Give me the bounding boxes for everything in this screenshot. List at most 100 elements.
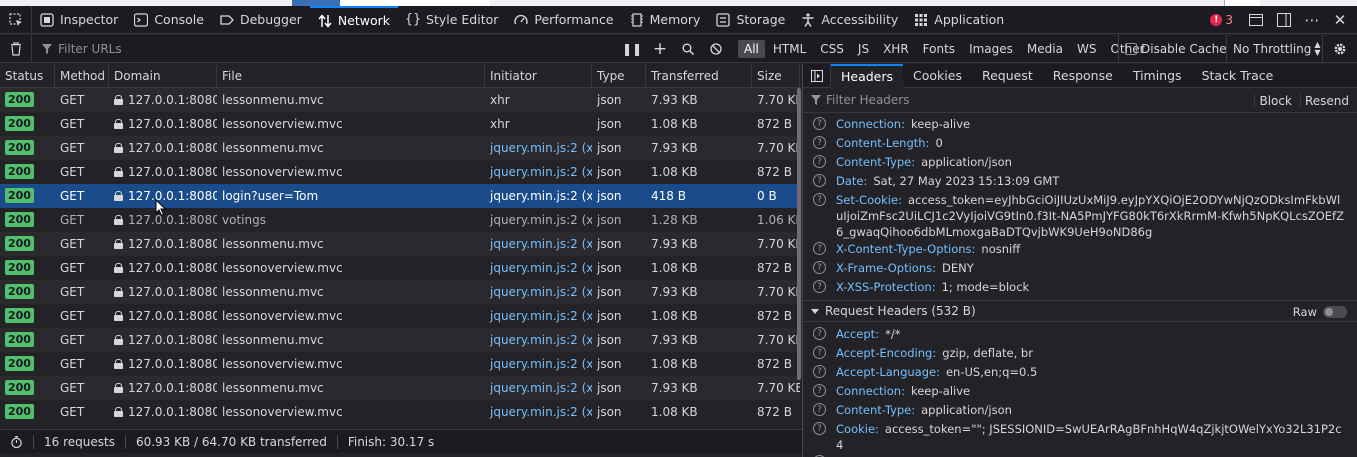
column-header-size[interactable]: Size <box>752 64 800 88</box>
initiator-cell[interactable]: jquery.min.js:2 (xhr) <box>485 256 592 280</box>
table-scrollbar[interactable] <box>797 88 801 380</box>
dock-side-icon[interactable] <box>1273 9 1295 31</box>
column-header-domain[interactable]: Domain <box>109 64 217 88</box>
type-filter-html[interactable]: HTML <box>767 40 812 58</box>
table-row[interactable]: 200 GET 127.0.0.1:8080 lessonoverview.mvc jq… <box>0 160 800 184</box>
header-line[interactable]: ? Date: Sat, 27 May 2023 15:13:09 GMT <box>803 172 1357 191</box>
disable-cache-checkbox[interactable] <box>1125 43 1137 55</box>
filter-urls-input[interactable] <box>58 41 558 56</box>
clear-requests-button[interactable] <box>0 34 32 63</box>
block-icon[interactable] <box>702 38 730 60</box>
type-filter-ws[interactable]: WS <box>1071 40 1102 58</box>
details-tab-timings[interactable]: Timings <box>1123 64 1192 88</box>
table-row[interactable]: 200 GET 127.0.0.1:8080 lessonoverview.mvc jq… <box>0 352 800 376</box>
tab-network[interactable]: Network <box>309 5 399 34</box>
help-icon[interactable]: ? <box>813 327 826 340</box>
tab-debugger[interactable]: Debugger <box>212 6 310 34</box>
help-icon[interactable]: ? <box>813 403 826 416</box>
help-icon[interactable]: ? <box>813 193 826 206</box>
header-line[interactable]: ? X-Content-Type-Options: nosniff <box>803 240 1357 259</box>
close-icon[interactable]: ✕ <box>1329 9 1351 31</box>
performance-analysis-button[interactable] <box>0 434 34 449</box>
type-filter-css[interactable]: CSS <box>814 40 850 58</box>
tab-memory[interactable]: Memory <box>622 6 709 34</box>
tab-storage[interactable]: Storage <box>708 6 793 34</box>
table-row[interactable]: 200 GET 127.0.0.1:8080 lessonoverview.mvc jq… <box>0 304 800 328</box>
help-icon[interactable]: ? <box>813 155 826 168</box>
element-picker-button[interactable] <box>0 5 32 34</box>
table-row[interactable]: 200 GET 127.0.0.1:8080 lessonmenu.mvc xhr jso… <box>0 88 800 112</box>
disable-cache-toggle[interactable]: Disable Cache <box>1118 35 1227 63</box>
toggle-sidebar-button[interactable] <box>803 64 831 88</box>
column-header-type[interactable]: Type <box>592 64 646 88</box>
tab-accessibility[interactable]: Accessibility <box>793 6 906 34</box>
table-row[interactable]: 200 GET 127.0.0.1:8080 lessonmenu.mvc jquery… <box>0 328 800 352</box>
details-tab-headers[interactable]: Headers <box>831 64 904 88</box>
more-options-icon[interactable]: ⋯ <box>1301 9 1323 31</box>
error-count-badge[interactable]: ! 3 <box>1210 13 1233 27</box>
header-line[interactable]: ? X-XSS-Protection: 1; mode=block <box>803 278 1357 297</box>
initiator-cell[interactable]: jquery.min.js:2 (xhr) <box>485 400 592 424</box>
header-line[interactable]: ?Host:127.0.0.1:8080 <box>803 453 1357 457</box>
table-row[interactable]: 200 GET 127.0.0.1:8080 lessonoverview.mvc jq… <box>0 400 800 424</box>
initiator-cell[interactable]: jquery.min.js:2 (xhr) <box>485 280 592 304</box>
header-line[interactable]: ? Accept: */* <box>803 325 1357 344</box>
column-header-status[interactable]: Status <box>0 64 55 88</box>
tab-performance[interactable]: Performance <box>506 6 621 34</box>
help-icon[interactable]: ? <box>813 242 826 255</box>
add-icon[interactable]: + <box>646 38 674 60</box>
table-row[interactable]: 200 GET 127.0.0.1:8080 lessonmenu.mvc jquery… <box>0 376 800 400</box>
responsive-mode-icon[interactable] <box>1245 9 1267 31</box>
help-icon[interactable]: ? <box>813 422 826 435</box>
initiator-cell[interactable]: jquery.min.js:2 (xhr) <box>485 232 592 256</box>
tab-style-editor[interactable]: {} Style Editor <box>398 6 506 34</box>
header-line[interactable]: ? Content-Length: 0 <box>803 134 1357 153</box>
column-header-transferred[interactable]: Transferred <box>646 64 752 88</box>
initiator-cell[interactable]: jquery.min.js:2 (xhr) <box>485 304 592 328</box>
details-tab-stack-trace[interactable]: Stack Trace <box>1192 64 1284 88</box>
tab-application[interactable]: Application <box>906 6 1012 34</box>
details-tab-cookies[interactable]: Cookies <box>903 64 972 88</box>
details-tab-response[interactable]: Response <box>1043 64 1123 88</box>
header-line[interactable]: ? Set-Cookie: access_token=eyJhbGciOiJIUzU… <box>803 191 1357 240</box>
table-row[interactable]: 200 GET 127.0.0.1:8080 lessonmenu.mvc jquery… <box>0 136 800 160</box>
table-row[interactable]: 200 GET 127.0.0.1:8080 lessonmenu.mvc jquery… <box>0 232 800 256</box>
help-icon[interactable]: ? <box>813 384 826 397</box>
search-icon[interactable] <box>674 38 702 60</box>
table-row[interactable]: 200 GET 127.0.0.1:8080 votings jquery.min.js… <box>0 208 800 232</box>
type-filter-images[interactable]: Images <box>963 40 1019 58</box>
initiator-cell[interactable]: jquery.min.js:2 (xhr) <box>485 136 592 160</box>
raw-toggle[interactable]: Raw <box>1293 301 1347 323</box>
initiator-cell[interactable]: jquery.min.js:2 (xhr) <box>485 328 592 352</box>
header-line[interactable]: ? X-Frame-Options: DENY <box>803 259 1357 278</box>
help-icon[interactable]: ? <box>813 117 826 130</box>
throttling-select[interactable]: No Throttling ▲ ▼ <box>1226 35 1322 63</box>
header-line[interactable]: ? Content-Type: application/json <box>803 153 1357 172</box>
table-row[interactable]: 200 GET 127.0.0.1:8080 login?user=Tom jquery… <box>0 184 800 208</box>
tab-console[interactable]: Console <box>126 6 212 34</box>
help-icon[interactable]: ? <box>813 261 826 274</box>
initiator-cell[interactable]: jquery.min.js:2 (xhr) <box>485 184 592 208</box>
type-filter-xhr[interactable]: XHR <box>877 40 915 58</box>
pause-icon[interactable]: ❚❚ <box>618 38 646 60</box>
header-line[interactable]: ? Accept-Language: en-US,en;q=0.5 <box>803 363 1357 382</box>
initiator-cell[interactable]: jquery.min.js:2 (xhr) <box>485 376 592 400</box>
column-header-file[interactable]: File <box>217 64 485 88</box>
filter-headers-input[interactable] <box>826 93 1226 107</box>
tab-inspector[interactable]: Inspector <box>32 6 126 34</box>
raw-switch[interactable] <box>1323 306 1347 318</box>
table-row[interactable]: 200 GET 127.0.0.1:8080 lessonoverview.mvc xh… <box>0 112 800 136</box>
column-header-initiator[interactable]: Initiator <box>485 64 592 88</box>
help-icon[interactable]: ? <box>813 174 826 187</box>
network-settings-button[interactable] <box>1322 35 1357 63</box>
table-row[interactable]: 200 GET 127.0.0.1:8080 lessonmenu.mvc jquery… <box>0 280 800 304</box>
initiator-cell[interactable]: jquery.min.js:2 (xhr) <box>485 352 592 376</box>
initiator-cell[interactable]: jquery.min.js:2 (xhr) <box>485 160 592 184</box>
help-icon[interactable]: ? <box>813 136 826 149</box>
column-header-method[interactable]: Method <box>55 64 109 88</box>
resend-button[interactable]: Resend <box>1299 93 1353 108</box>
header-line[interactable]: ? Cookie: access_token=""; JSESSIONID=SwUE… <box>803 420 1357 453</box>
type-filter-all[interactable]: All <box>738 40 765 58</box>
type-filter-js[interactable]: JS <box>852 40 875 58</box>
header-line[interactable]: ? Connection: keep-alive <box>803 115 1357 134</box>
